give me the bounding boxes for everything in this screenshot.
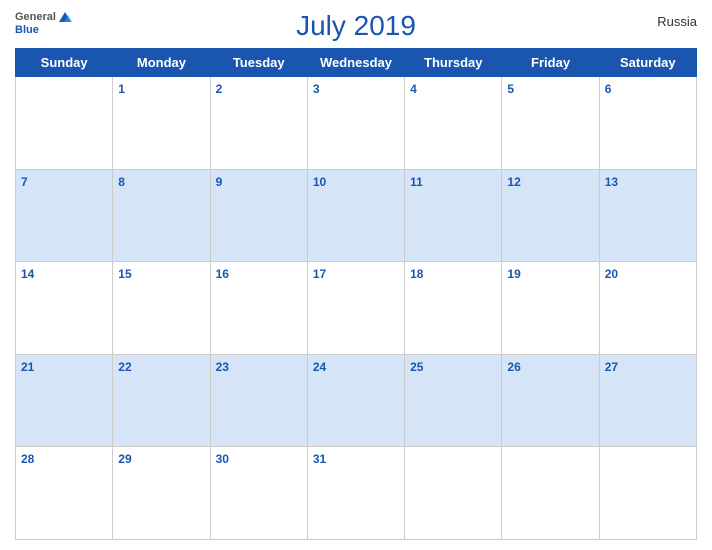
- calendar-cell: 4: [405, 77, 502, 170]
- day-number: 9: [216, 175, 223, 189]
- calendar-cell: 22: [113, 354, 210, 447]
- day-number: 14: [21, 267, 34, 281]
- header-friday: Friday: [502, 49, 599, 77]
- calendar-cell: 19: [502, 262, 599, 355]
- day-number: 3: [313, 82, 320, 96]
- day-number: 17: [313, 267, 326, 281]
- calendar-cell: [599, 447, 696, 540]
- calendar-cell: 14: [16, 262, 113, 355]
- calendar-cell: 27: [599, 354, 696, 447]
- day-number: 22: [118, 360, 131, 374]
- calendar-cell: 24: [307, 354, 404, 447]
- day-number: 13: [605, 175, 618, 189]
- logo-blue: Blue: [15, 24, 39, 36]
- header-saturday: Saturday: [599, 49, 696, 77]
- day-number: 25: [410, 360, 423, 374]
- day-number: 23: [216, 360, 229, 374]
- day-number: 5: [507, 82, 514, 96]
- day-number: 2: [216, 82, 223, 96]
- calendar-cell: 15: [113, 262, 210, 355]
- calendar-title: July 2019: [296, 10, 416, 42]
- day-number: 31: [313, 452, 326, 466]
- day-number: 20: [605, 267, 618, 281]
- calendar-week-row: 14 15 16 17 18 19 20: [16, 262, 697, 355]
- day-number: 12: [507, 175, 520, 189]
- day-number: 19: [507, 267, 520, 281]
- calendar-cell: 30: [210, 447, 307, 540]
- calendar-cell: 11: [405, 169, 502, 262]
- day-number: 29: [118, 452, 131, 466]
- logo-general: General: [15, 11, 56, 23]
- calendar-cell: 5: [502, 77, 599, 170]
- calendar-cell: 26: [502, 354, 599, 447]
- day-number: 27: [605, 360, 618, 374]
- country-label: Russia: [657, 14, 697, 29]
- calendar-cell: 18: [405, 262, 502, 355]
- calendar-cell: 29: [113, 447, 210, 540]
- calendar-cell: 6: [599, 77, 696, 170]
- day-number: 18: [410, 267, 423, 281]
- header-sunday: Sunday: [16, 49, 113, 77]
- calendar-cell: 25: [405, 354, 502, 447]
- header-thursday: Thursday: [405, 49, 502, 77]
- calendar-cell: 12: [502, 169, 599, 262]
- calendar-cell: 17: [307, 262, 404, 355]
- logo: General Blue: [15, 10, 72, 36]
- day-number: 8: [118, 175, 125, 189]
- calendar-cell: 10: [307, 169, 404, 262]
- calendar-cell: 1: [113, 77, 210, 170]
- calendar-week-row: 21 22 23 24 25 26 27: [16, 354, 697, 447]
- calendar-table: Sunday Monday Tuesday Wednesday Thursday…: [15, 48, 697, 540]
- calendar-week-row: 1 2 3 4 5 6: [16, 77, 697, 170]
- calendar-cell: 3: [307, 77, 404, 170]
- calendar-cell: 9: [210, 169, 307, 262]
- calendar-cell: 8: [113, 169, 210, 262]
- day-number: 4: [410, 82, 417, 96]
- header-wednesday: Wednesday: [307, 49, 404, 77]
- day-number: 26: [507, 360, 520, 374]
- day-number: 11: [410, 175, 423, 189]
- day-number: 30: [216, 452, 229, 466]
- calendar-week-row: 7 8 9 10 11 12 13: [16, 169, 697, 262]
- calendar-header: General Blue July 2019 Russia: [15, 10, 697, 42]
- calendar-cell: 13: [599, 169, 696, 262]
- calendar-page: General Blue July 2019 Russia Sunday Mon…: [0, 0, 712, 550]
- day-number: 21: [21, 360, 34, 374]
- day-number: 24: [313, 360, 326, 374]
- calendar-cell: [502, 447, 599, 540]
- calendar-week-row: 28 29 30 31: [16, 447, 697, 540]
- calendar-cell: [16, 77, 113, 170]
- calendar-cell: 21: [16, 354, 113, 447]
- calendar-cell: [405, 447, 502, 540]
- calendar-cell: 2: [210, 77, 307, 170]
- day-number: 28: [21, 452, 34, 466]
- header-tuesday: Tuesday: [210, 49, 307, 77]
- day-number: 1: [118, 82, 125, 96]
- calendar-cell: 16: [210, 262, 307, 355]
- days-header-row: Sunday Monday Tuesday Wednesday Thursday…: [16, 49, 697, 77]
- day-number: 16: [216, 267, 229, 281]
- day-number: 7: [21, 175, 28, 189]
- calendar-cell: 31: [307, 447, 404, 540]
- day-number: 15: [118, 267, 131, 281]
- day-number: 10: [313, 175, 326, 189]
- calendar-cell: 23: [210, 354, 307, 447]
- calendar-cell: 20: [599, 262, 696, 355]
- header-monday: Monday: [113, 49, 210, 77]
- calendar-cell: 7: [16, 169, 113, 262]
- calendar-cell: 28: [16, 447, 113, 540]
- day-number: 6: [605, 82, 612, 96]
- logo-icon: [58, 10, 72, 24]
